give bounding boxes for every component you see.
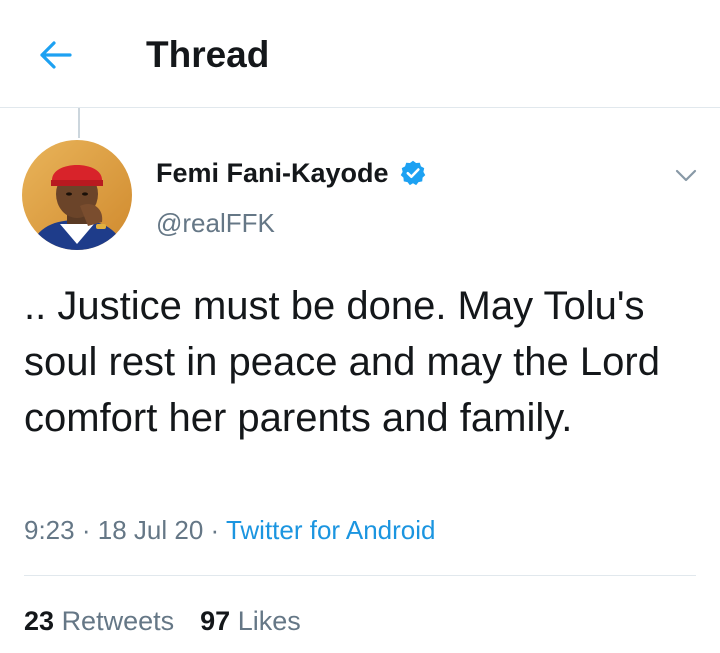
tweet-time: 9:23: [24, 515, 75, 545]
verified-badge-icon: [399, 159, 427, 187]
tweet-source-link[interactable]: Twitter for Android: [226, 515, 436, 545]
author-handle[interactable]: @realFFK: [156, 206, 275, 240]
thread-connector-line: [78, 108, 80, 138]
tweet-stats: 23 Retweets 97 Likes: [24, 603, 301, 639]
likes-label: Likes: [237, 606, 301, 636]
likes-count: 97: [200, 606, 231, 636]
back-button[interactable]: [30, 30, 80, 80]
tweet-date: 18 Jul 20: [97, 515, 204, 545]
divider: [24, 575, 696, 576]
author-name[interactable]: Femi Fani-Kayode: [156, 155, 389, 191]
retweets-count: 23: [24, 606, 55, 636]
more-options-button[interactable]: [668, 158, 704, 194]
chevron-down-icon: [675, 169, 697, 182]
meta-separator: ·: [81, 515, 91, 545]
avatar-image: [22, 140, 132, 250]
avatar[interactable]: [22, 140, 132, 250]
tweet-thread-screen: Thread Femi Fani-Kayode @realFFK .. Just…: [0, 0, 720, 653]
tweet-metadata: 9:23 · 18 Jul 20 · Twitter for Android: [24, 512, 436, 548]
retweets-stat[interactable]: 23 Retweets: [24, 606, 174, 636]
arrow-left-icon: [40, 41, 72, 69]
likes-stat[interactable]: 97 Likes: [200, 606, 301, 636]
tweet-text: .. Justice must be done. May Tolu's soul…: [24, 284, 660, 440]
page-title: Thread: [146, 34, 270, 75]
meta-separator: ·: [210, 515, 220, 545]
retweets-label: Retweets: [61, 606, 175, 636]
top-bar: Thread: [0, 0, 720, 108]
author-name-row[interactable]: Femi Fani-Kayode: [156, 155, 427, 191]
